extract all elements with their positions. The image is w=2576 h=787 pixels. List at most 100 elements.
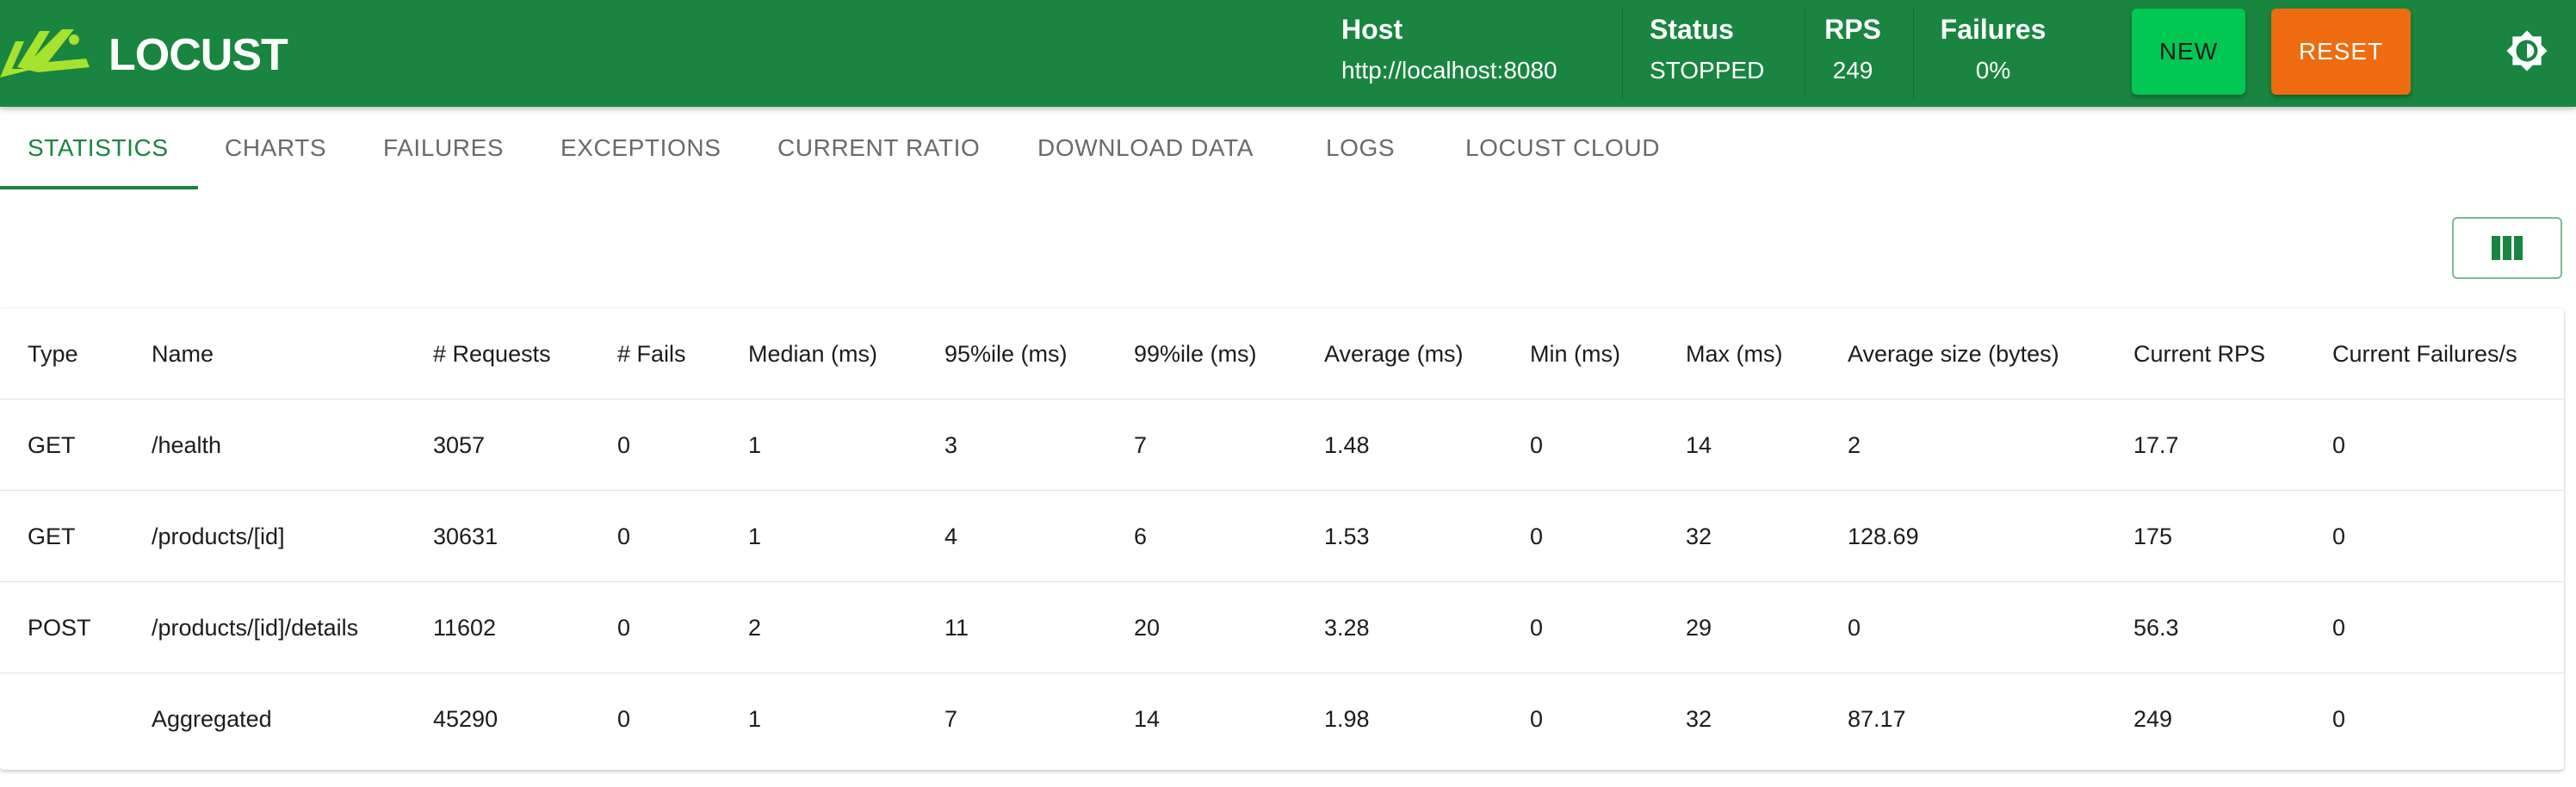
cell-fails: 0 bbox=[617, 524, 631, 549]
cell-requests: 3057 bbox=[433, 432, 486, 458]
column-header-fails[interactable]: # Fails bbox=[617, 308, 686, 400]
column-header-p99[interactable]: 99%ile (ms) bbox=[1134, 308, 1257, 400]
column-selector-button[interactable] bbox=[2452, 217, 2562, 279]
host-label: Host bbox=[1341, 14, 1403, 45]
column-header-name[interactable]: Name bbox=[152, 308, 214, 400]
host-stat: Host http://localhost:8080 bbox=[1341, 12, 1557, 86]
status-value: STOPPED bbox=[1650, 57, 1765, 84]
cell-current-rps: 175 bbox=[2133, 524, 2173, 549]
cell-min: 0 bbox=[1530, 615, 1544, 641]
tab-statistics[interactable]: STATISTICS bbox=[28, 133, 169, 164]
tab-current-ratio[interactable]: CURRENT RATIO bbox=[777, 133, 980, 164]
cell-min: 0 bbox=[1530, 432, 1544, 458]
cell-min: 0 bbox=[1530, 706, 1544, 732]
cell-average: 3.28 bbox=[1324, 615, 1370, 641]
statistics-table: Type Name # Requests # Fails Median (ms)… bbox=[0, 308, 2564, 770]
cell-fails: 0 bbox=[617, 432, 631, 458]
cell-p95: 4 bbox=[944, 524, 958, 549]
column-header-average[interactable]: Average (ms) bbox=[1324, 308, 1464, 400]
failures-label: Failures bbox=[1940, 14, 2047, 45]
cell-median: 1 bbox=[748, 524, 762, 549]
cell-fails: 0 bbox=[617, 615, 631, 641]
cell-max: 14 bbox=[1686, 432, 1712, 458]
cell-average: 1.53 bbox=[1324, 524, 1370, 549]
tab-download-data[interactable]: DOWNLOAD DATA bbox=[1037, 133, 1254, 164]
cell-current-failures: 0 bbox=[2332, 432, 2346, 458]
column-header-average-size[interactable]: Average size (bytes) bbox=[1848, 308, 2059, 400]
failures-stat: Failures 0% bbox=[1937, 12, 2049, 86]
view-columns-icon bbox=[2492, 236, 2523, 260]
column-header-current-failures[interactable]: Current Failures/s bbox=[2332, 308, 2517, 400]
column-header-min[interactable]: Min (ms) bbox=[1530, 308, 1620, 400]
cell-requests: 45290 bbox=[433, 706, 498, 732]
rps-stat: RPS 249 bbox=[1820, 12, 1886, 86]
cell-max: 32 bbox=[1686, 524, 1712, 549]
failures-value: 0% bbox=[1975, 57, 2011, 84]
app-name: LOCUST bbox=[108, 30, 288, 80]
cell-current-failures: 0 bbox=[2332, 615, 2346, 641]
cell-p95: 11 bbox=[944, 615, 969, 641]
active-tab-indicator bbox=[0, 186, 198, 189]
cell-current-rps: 249 bbox=[2133, 706, 2173, 732]
tab-exceptions[interactable]: EXCEPTIONS bbox=[560, 133, 721, 164]
cell-p95: 7 bbox=[944, 706, 958, 732]
table-row-aggregated: Aggregated 45290 0 1 7 14 1.98 0 32 87.1… bbox=[0, 673, 2564, 765]
cell-type: GET bbox=[28, 432, 76, 458]
cell-max: 32 bbox=[1686, 706, 1712, 732]
cell-max: 29 bbox=[1686, 615, 1712, 641]
divider bbox=[1622, 9, 1623, 98]
divider bbox=[1913, 9, 1914, 98]
column-header-requests[interactable]: # Requests bbox=[433, 308, 551, 400]
status-label: Status bbox=[1650, 14, 1734, 45]
cell-current-failures: 0 bbox=[2332, 706, 2346, 732]
cell-name: /health bbox=[152, 432, 222, 458]
cell-current-rps: 17.7 bbox=[2133, 432, 2179, 458]
brightness-icon[interactable] bbox=[2505, 29, 2548, 72]
cell-requests: 11602 bbox=[433, 615, 497, 641]
cell-median: 1 bbox=[748, 706, 762, 732]
rps-label: RPS bbox=[1824, 14, 1881, 45]
cell-type: POST bbox=[28, 615, 91, 641]
new-test-button[interactable]: NEW bbox=[2132, 9, 2245, 95]
reset-stats-button[interactable]: RESET bbox=[2271, 9, 2411, 95]
host-value: http://localhost:8080 bbox=[1341, 57, 1557, 84]
tab-failures[interactable]: FAILURES bbox=[383, 133, 504, 164]
cell-median: 1 bbox=[748, 432, 762, 458]
cell-p99: 7 bbox=[1134, 432, 1148, 458]
column-header-current-rps[interactable]: Current RPS bbox=[2133, 308, 2265, 400]
tab-logs[interactable]: LOGS bbox=[1326, 133, 1395, 164]
locust-logo-icon bbox=[0, 29, 90, 77]
rps-value: 249 bbox=[1832, 57, 1873, 84]
cell-name: /products/[id] bbox=[152, 524, 285, 549]
cell-average-size: 87.17 bbox=[1848, 706, 1906, 732]
cell-average-size: 128.69 bbox=[1848, 524, 1919, 549]
cell-type: GET bbox=[28, 524, 76, 549]
app-header: LOCUST Host http://localhost:8080 Status… bbox=[0, 0, 2576, 107]
table-row: GET /products/[id] 30631 0 1 4 6 1.53 0 … bbox=[0, 491, 2564, 582]
cell-p99: 6 bbox=[1134, 524, 1148, 549]
cell-p95: 3 bbox=[944, 432, 958, 458]
cell-average-size: 0 bbox=[1848, 615, 1861, 641]
tab-locust-cloud[interactable]: LOCUST CLOUD bbox=[1465, 133, 1660, 164]
cell-average: 1.98 bbox=[1324, 706, 1370, 732]
cell-p99: 20 bbox=[1134, 615, 1161, 641]
tab-charts[interactable]: CHARTS bbox=[225, 133, 326, 164]
cell-fails: 0 bbox=[617, 706, 631, 732]
column-header-max[interactable]: Max (ms) bbox=[1686, 308, 1782, 400]
column-header-type[interactable]: Type bbox=[28, 308, 78, 400]
cell-min: 0 bbox=[1530, 524, 1544, 549]
cell-median: 2 bbox=[748, 615, 762, 641]
table-header-row: Type Name # Requests # Fails Median (ms)… bbox=[0, 308, 2564, 400]
column-header-median[interactable]: Median (ms) bbox=[748, 308, 877, 400]
cell-requests: 30631 bbox=[433, 524, 498, 549]
cell-name: Aggregated bbox=[152, 706, 272, 732]
cell-average: 1.48 bbox=[1324, 432, 1370, 458]
table-row: GET /health 3057 0 1 3 7 1.48 0 14 2 17.… bbox=[0, 400, 2564, 491]
cell-current-rps: 56.3 bbox=[2133, 615, 2179, 641]
column-header-p95[interactable]: 95%ile (ms) bbox=[944, 308, 1068, 400]
cell-name: /products/[id]/details bbox=[152, 615, 359, 641]
cell-average-size: 2 bbox=[1848, 432, 1861, 458]
table-row: POST /products/[id]/details 11602 0 2 11… bbox=[0, 582, 2564, 673]
status-stat: Status STOPPED bbox=[1650, 12, 1764, 86]
cell-p99: 14 bbox=[1134, 706, 1161, 732]
